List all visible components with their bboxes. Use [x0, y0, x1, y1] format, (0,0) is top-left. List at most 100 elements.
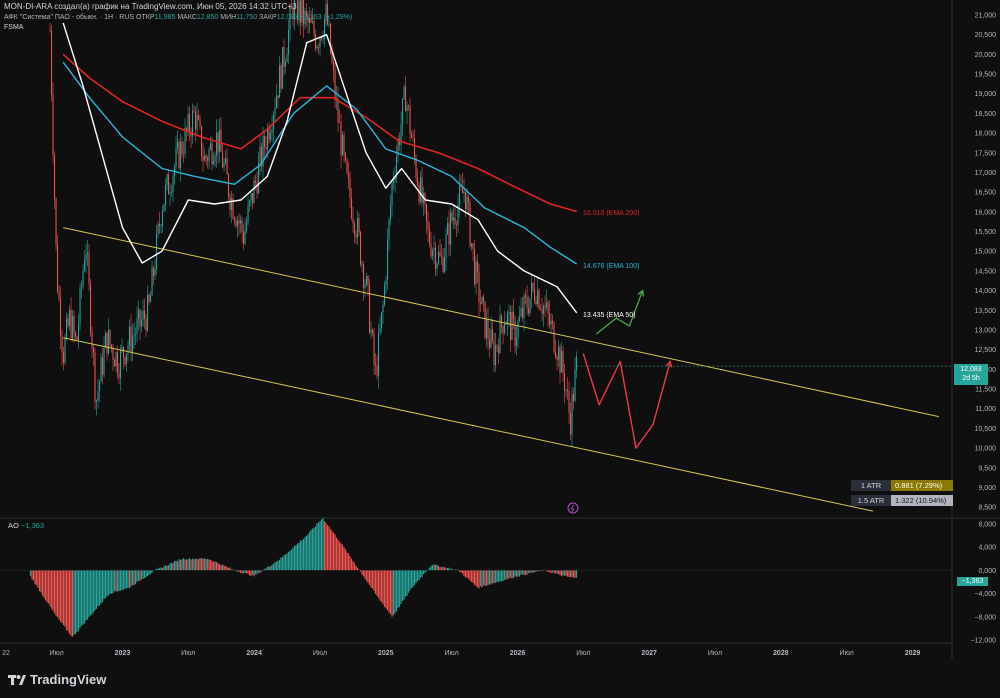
candle-body	[206, 158, 209, 162]
candle-body	[553, 323, 555, 352]
ao-bar	[44, 570, 47, 601]
ao-bar	[163, 566, 165, 571]
ao-bar	[86, 570, 89, 620]
chart-canvas[interactable]: 21,000 20,500 20,000 19,500 19,000 18,500 18,0…	[0, 0, 1000, 698]
price-tick-label: 9,000	[978, 485, 996, 492]
ao-bar	[403, 570, 405, 600]
candle-body	[148, 294, 150, 303]
ao-bar	[116, 570, 119, 592]
candle-body	[565, 390, 567, 392]
ao-bar	[268, 566, 270, 571]
ao-bar	[65, 570, 68, 631]
candle-body	[154, 269, 156, 276]
ao-bar	[461, 570, 464, 574]
candle-body	[511, 311, 513, 340]
ao-bar	[97, 570, 99, 607]
candle-body	[313, 21, 315, 35]
ao-bar	[205, 559, 207, 571]
ao-bar	[482, 570, 485, 586]
ao-bar	[103, 570, 105, 600]
candle-body	[370, 330, 372, 333]
candle-body	[427, 221, 429, 230]
price-tick-label: 20,500	[975, 32, 997, 39]
candle-body	[146, 294, 149, 331]
ao-bar	[292, 547, 294, 571]
ao-bar	[343, 547, 345, 571]
high-label: МАКС	[177, 14, 197, 21]
ao-bar	[410, 570, 413, 589]
ao-bar	[430, 565, 432, 571]
price-tick-label: 19,000	[975, 91, 997, 98]
ao-bar	[169, 563, 171, 571]
ao-bar	[50, 570, 53, 609]
ao-bar	[121, 570, 123, 590]
candle-body	[122, 347, 125, 358]
ao-bar	[481, 570, 483, 588]
ao-bar	[529, 570, 531, 574]
candle-body	[193, 110, 195, 112]
candle-body	[85, 254, 87, 261]
candle-body	[503, 323, 506, 333]
candle-body	[449, 212, 452, 245]
ao-bar	[161, 567, 164, 571]
ao-bar	[347, 553, 350, 571]
ao-bar	[398, 570, 401, 607]
candle-body	[493, 340, 495, 366]
ao-bar	[469, 570, 471, 581]
ao-bar	[98, 570, 101, 606]
candle-body	[358, 217, 360, 233]
ao-bar	[394, 570, 396, 614]
ao-bar	[149, 570, 152, 575]
candle-body	[95, 400, 98, 402]
ao-tick-label: −4,000	[974, 591, 996, 598]
ao-bar	[488, 570, 491, 585]
ao-bar	[416, 570, 419, 582]
candle-body	[502, 325, 504, 333]
candle-body	[334, 70, 336, 100]
ao-bar	[434, 564, 437, 571]
candle-body	[149, 295, 152, 303]
ao-bar	[145, 570, 147, 578]
time-tick-label: Июл	[576, 650, 590, 657]
candle-body	[377, 332, 380, 376]
ao-bar	[518, 570, 521, 577]
ao-bar	[365, 570, 368, 581]
ao-bar	[200, 558, 203, 571]
ao-bar	[440, 567, 443, 571]
ao-bar	[553, 570, 555, 574]
candle-body	[508, 312, 510, 314]
low-label: МИН	[220, 14, 237, 21]
candle-body	[566, 390, 569, 392]
ao-bar	[332, 532, 335, 571]
ao-bar	[245, 570, 248, 574]
candles	[49, 0, 578, 447]
candle-body	[409, 106, 411, 134]
ao-bar	[166, 565, 168, 571]
candle-body	[278, 65, 281, 98]
candle-body	[230, 198, 233, 211]
candle-body	[320, 37, 323, 40]
candle-body	[541, 309, 543, 314]
candle-body	[155, 233, 158, 270]
ao-bar	[547, 570, 549, 573]
ao-bar	[137, 570, 140, 581]
candle-body	[178, 141, 180, 169]
ao-bar	[548, 570, 551, 573]
lightning-glyph	[570, 504, 575, 513]
candle-body	[233, 218, 236, 222]
candle-body	[475, 261, 477, 285]
ao-bar	[31, 570, 33, 580]
brand-name: TradingView	[30, 672, 107, 687]
ao-name: AO	[8, 521, 19, 530]
time-tick-label: 2027	[641, 650, 657, 657]
ao-bar	[70, 570, 72, 636]
ao-bar	[113, 570, 116, 592]
candle-body	[124, 357, 126, 365]
candle-body	[112, 347, 114, 361]
ao-bar	[511, 570, 513, 579]
candle-body	[164, 184, 167, 204]
ao-bar	[524, 570, 527, 576]
symbol-name: АФК "Система" ПАО - обыкн. · 1Н · RUS	[4, 14, 135, 21]
ao-bar	[208, 559, 210, 571]
price-tick-label: 17,000	[975, 170, 997, 177]
